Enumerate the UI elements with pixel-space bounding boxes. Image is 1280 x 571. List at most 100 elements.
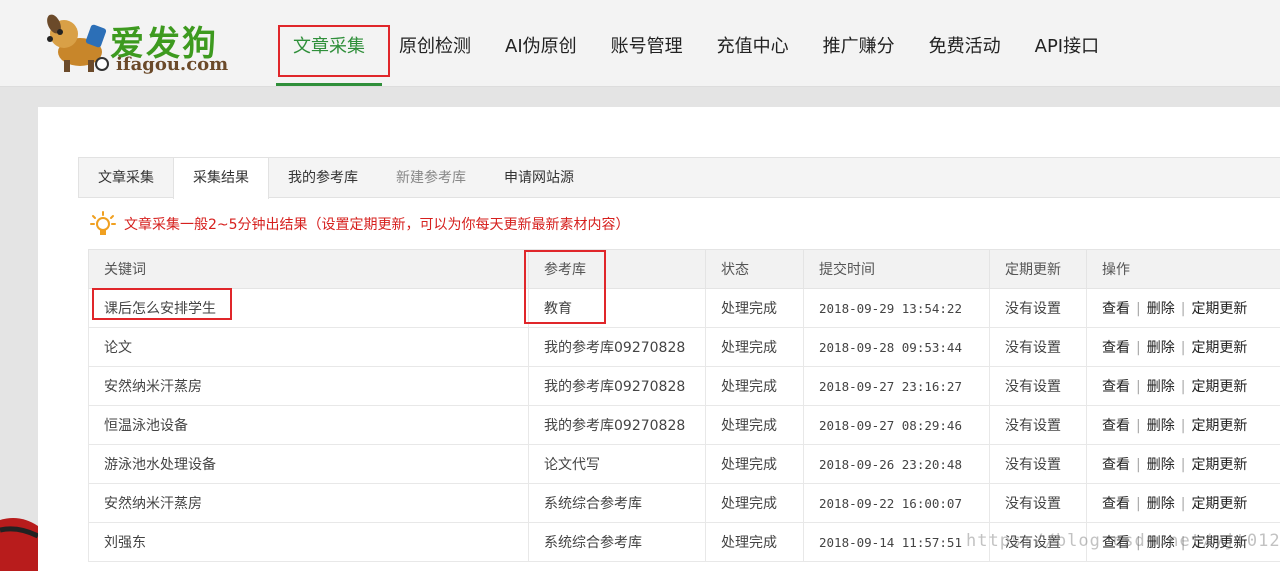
cell-time: 2018-09-14 11:57:51 — [803, 522, 990, 562]
delete-link[interactable]: 删除 — [1147, 418, 1175, 434]
view-link[interactable]: 查看 — [1102, 418, 1130, 434]
schedule-link[interactable]: 定期更新 — [1191, 379, 1247, 395]
nav-original-check[interactable]: 原创检测 — [382, 0, 488, 86]
cell-keyword: 安然纳米汗蒸房 — [88, 366, 529, 406]
nav-ai-rewrite[interactable]: AI伪原创 — [488, 0, 594, 86]
schedule-link[interactable]: 定期更新 — [1191, 496, 1247, 512]
col-library: 参考库 — [528, 249, 706, 289]
cell-library: 系统综合参考库 — [528, 522, 706, 562]
col-keyword: 关键词 — [88, 249, 529, 289]
cell-time: 2018-09-29 13:54:22 — [803, 288, 990, 328]
tab-new-library[interactable]: 新建参考库 — [377, 158, 485, 198]
nav-api[interactable]: API接口 — [1018, 0, 1116, 86]
cell-time: 2018-09-27 08:29:46 — [803, 405, 990, 445]
table-row: 课后怎么安排学生 教育 处理完成 2018-09-29 13:54:22 没有设… — [88, 288, 1280, 328]
col-actions: 操作 — [1086, 249, 1280, 289]
logo-domain-text: ifagou.com — [116, 54, 229, 75]
cell-keyword: 刘强东 — [88, 522, 529, 562]
separator: | — [1136, 457, 1141, 473]
view-link[interactable]: 查看 — [1102, 301, 1130, 317]
tab-collect-results[interactable]: 采集结果 — [173, 158, 269, 199]
view-link[interactable]: 查看 — [1102, 379, 1130, 395]
cell-status: 处理完成 — [705, 522, 804, 562]
schedule-link[interactable]: 定期更新 — [1191, 340, 1247, 356]
notice-text: 文章采集一般2~5分钟出结果（设置定期更新，可以为你每天更新最新素材内容） — [124, 217, 630, 233]
cell-library: 我的参考库09270828 — [528, 366, 706, 406]
cell-actions: 查看 | 删除 | 定期更新 — [1086, 327, 1280, 367]
cell-schedule: 没有设置 — [989, 444, 1087, 484]
view-link[interactable]: 查看 — [1102, 340, 1130, 356]
cell-schedule: 没有设置 — [989, 483, 1087, 523]
separator: | — [1136, 301, 1141, 317]
cell-actions: 查看 | 删除 | 定期更新 — [1086, 444, 1280, 484]
content-panel: 文章采集 采集结果 我的参考库 新建参考库 申请网站源 文章采集一般2~5分钟出… — [38, 107, 1280, 571]
cell-schedule: 没有设置 — [989, 405, 1087, 445]
separator: | — [1136, 379, 1141, 395]
cell-actions: 查看 | 删除 | 定期更新 — [1086, 405, 1280, 445]
cell-time: 2018-09-28 09:53:44 — [803, 327, 990, 367]
sub-tabs: 文章采集 采集结果 我的参考库 新建参考库 申请网站源 — [78, 157, 1280, 199]
col-submit-time: 提交时间 — [803, 249, 990, 289]
delete-link[interactable]: 删除 — [1147, 496, 1175, 512]
cell-status: 处理完成 — [705, 366, 804, 406]
cell-keyword: 安然纳米汗蒸房 — [88, 483, 529, 523]
table-row: 游泳池水处理设备 论文代写 处理完成 2018-09-26 23:20:48 没… — [88, 444, 1280, 484]
cell-schedule: 没有设置 — [989, 288, 1087, 328]
cell-status: 处理完成 — [705, 288, 804, 328]
cell-actions: 查看 | 删除 | 定期更新 — [1086, 483, 1280, 523]
cell-actions: 查看 | 删除 | 定期更新 — [1086, 366, 1280, 406]
delete-link[interactable]: 删除 — [1147, 457, 1175, 473]
col-schedule: 定期更新 — [989, 249, 1087, 289]
nav-promotion[interactable]: 推广赚分 — [806, 0, 912, 86]
site-logo[interactable]: 爱发狗 ifagou.com — [40, 10, 240, 76]
cell-status: 处理完成 — [705, 327, 804, 367]
tab-my-library[interactable]: 我的参考库 — [269, 158, 377, 198]
cell-library: 系统综合参考库 — [528, 483, 706, 523]
separator: | — [1180, 340, 1186, 356]
nav-recharge[interactable]: 充值中心 — [700, 0, 806, 86]
cell-status: 处理完成 — [705, 405, 804, 445]
cell-library: 我的参考库09270828 — [528, 327, 706, 367]
nav-free-activity[interactable]: 免费活动 — [912, 0, 1018, 86]
delete-link[interactable]: 删除 — [1147, 301, 1175, 317]
table-row: 安然纳米汗蒸房 我的参考库09270828 处理完成 2018-09-27 23… — [88, 366, 1280, 406]
cell-keyword: 课后怎么安排学生 — [88, 288, 529, 328]
table-row: 安然纳米汗蒸房 系统综合参考库 处理完成 2018-09-22 16:00:07… — [88, 483, 1280, 523]
cell-library: 我的参考库09270828 — [528, 405, 706, 445]
nav-account[interactable]: 账号管理 — [594, 0, 700, 86]
separator: | — [1136, 418, 1141, 434]
cell-time: 2018-09-26 23:20:48 — [803, 444, 990, 484]
main-nav: 文章采集 原创检测 AI伪原创 账号管理 充值中心 推广赚分 免费活动 API接… — [276, 0, 1116, 86]
cell-keyword: 恒温泳池设备 — [88, 405, 529, 445]
cell-library: 论文代写 — [528, 444, 706, 484]
separator: | — [1180, 379, 1186, 395]
schedule-link[interactable]: 定期更新 — [1191, 418, 1247, 434]
view-link[interactable]: 查看 — [1102, 457, 1130, 473]
nav-article-collect[interactable]: 文章采集 — [276, 0, 382, 86]
separator: | — [1180, 301, 1186, 317]
separator: | — [1136, 496, 1141, 512]
delete-link[interactable]: 删除 — [1147, 340, 1175, 356]
results-table: 关键词 参考库 状态 提交时间 定期更新 操作 课后怎么安排学生 教育 处理完成… — [88, 249, 1280, 562]
cell-keyword: 游泳池水处理设备 — [88, 444, 529, 484]
table-row: 论文 我的参考库09270828 处理完成 2018-09-28 09:53:4… — [88, 327, 1280, 367]
cell-actions: 查看 | 删除 | 定期更新 — [1086, 288, 1280, 328]
view-link[interactable]: 查看 — [1102, 496, 1130, 512]
cell-status: 处理完成 — [705, 444, 804, 484]
cell-keyword: 论文 — [88, 327, 529, 367]
cell-library: 教育 — [528, 288, 706, 328]
car-decoration-icon — [0, 518, 38, 571]
cell-schedule: 没有设置 — [989, 366, 1087, 406]
separator: | — [1180, 418, 1186, 434]
dog-mascot-icon — [47, 14, 109, 72]
notice-bar: 文章采集一般2~5分钟出结果（设置定期更新，可以为你每天更新最新素材内容） — [90, 211, 630, 237]
top-header: 爱发狗 ifagou.com 文章采集 原创检测 AI伪原创 账号管理 充值中心… — [0, 0, 1280, 87]
schedule-link[interactable]: 定期更新 — [1191, 301, 1247, 317]
table-row: 恒温泳池设备 我的参考库09270828 处理完成 2018-09-27 08:… — [88, 405, 1280, 445]
tab-apply-source[interactable]: 申请网站源 — [485, 158, 593, 198]
schedule-link[interactable]: 定期更新 — [1191, 457, 1247, 473]
separator: | — [1180, 496, 1186, 512]
tab-article-collect[interactable]: 文章采集 — [79, 158, 173, 198]
delete-link[interactable]: 删除 — [1147, 379, 1175, 395]
cell-time: 2018-09-22 16:00:07 — [803, 483, 990, 523]
